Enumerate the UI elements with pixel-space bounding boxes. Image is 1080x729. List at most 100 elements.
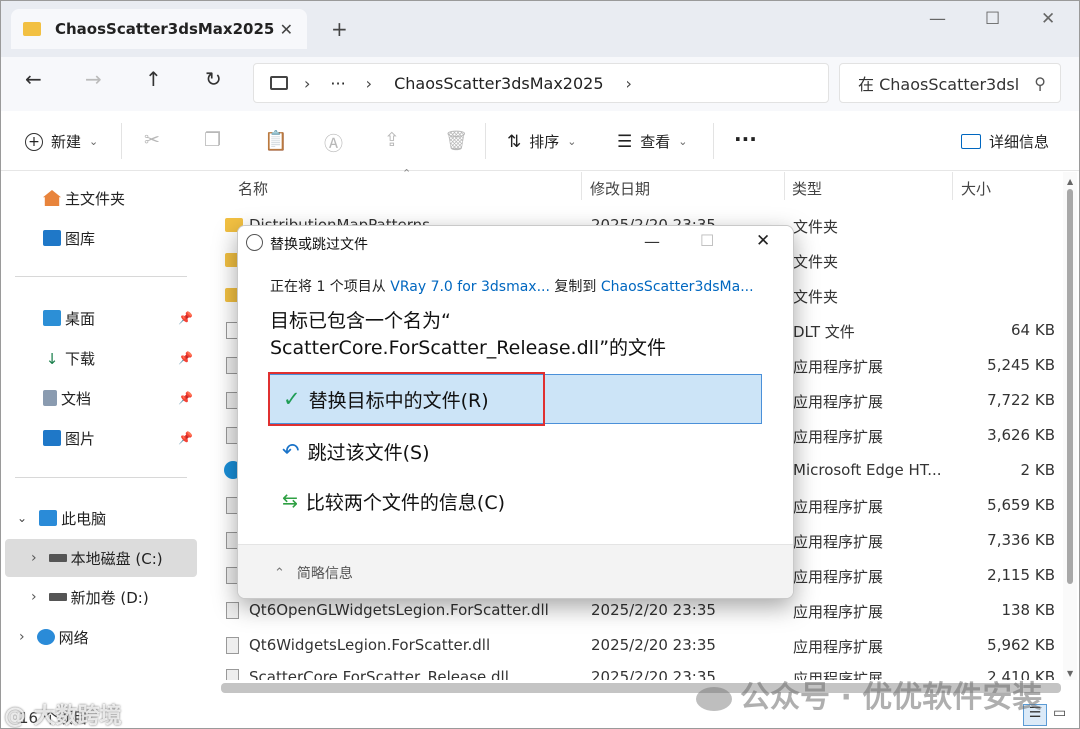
- file-type: Microsoft Edge HT...: [793, 461, 942, 479]
- breadcrumb-folder[interactable]: ChaosScatter3dsMax2025: [394, 74, 603, 93]
- dialog-footer: ⌃ 简略信息: [238, 544, 793, 598]
- divider: [15, 477, 187, 478]
- search-input[interactable]: 在 ChaosScatter3dsl: [858, 71, 1019, 95]
- sidebar-item-new-volume[interactable]: › 新加卷 (D:): [31, 580, 227, 614]
- skip-arrow-icon: ↶: [282, 439, 300, 463]
- new-label: 新建: [51, 133, 82, 151]
- more-options-button[interactable]: ···: [734, 127, 757, 151]
- back-arrow-icon[interactable]: ←: [25, 67, 42, 91]
- file-type: 应用程序扩展: [793, 638, 884, 656]
- destination-link[interactable]: ChaosScatter3dsMa...: [601, 279, 754, 295]
- sidebar-item-documents[interactable]: 文档 📌: [43, 381, 199, 415]
- divider: [15, 276, 187, 277]
- column-header-type[interactable]: 类型: [792, 178, 822, 199]
- file-type: 应用程序扩展: [793, 498, 884, 516]
- sidebar-item-this-pc[interactable]: ⌄ 此电脑: [17, 501, 213, 535]
- sidebar-item-label: 图片: [65, 429, 96, 448]
- dialog-heading: 目标已包含一个名为“ ScatterCore.ForScatter_Releas…: [270, 308, 666, 362]
- chevron-right-icon[interactable]: ›: [304, 74, 310, 93]
- new-button[interactable]: + 新建 ⌄: [25, 131, 98, 152]
- pin-icon[interactable]: 📌: [178, 391, 193, 405]
- paste-icon[interactable]: 📋: [264, 129, 288, 152]
- tab-active[interactable]: ChaosScatter3dsMax2025 ✕: [11, 9, 307, 49]
- skip-option[interactable]: ↶ 跳过该文件(S): [268, 426, 762, 476]
- rename-icon[interactable]: Ⓐ: [324, 129, 343, 156]
- share-icon[interactable]: ⇪: [384, 129, 400, 151]
- file-size: 3,626 KB: [987, 426, 1055, 444]
- pin-icon[interactable]: 📌: [178, 351, 193, 365]
- address-bar[interactable]: › ··· › ChaosScatter3dsMax2025 ›: [253, 63, 829, 103]
- document-icon: [43, 390, 57, 406]
- download-icon: ↓: [45, 350, 59, 368]
- sort-button[interactable]: ⇅ 排序 ⌄: [507, 131, 576, 152]
- chevron-right-icon[interactable]: ›: [366, 74, 372, 93]
- chevron-right-icon[interactable]: ›: [19, 629, 25, 645]
- details-button[interactable]: 详细信息: [961, 131, 1049, 152]
- highlight-box: [268, 372, 545, 426]
- watermark-text: 公众号 · 优优软件安装: [740, 680, 1043, 715]
- chevron-right-icon[interactable]: ›: [31, 589, 37, 605]
- file-size: 5,659 KB: [987, 496, 1055, 514]
- search-box[interactable]: 在 ChaosScatter3dsl ⚲: [839, 63, 1061, 103]
- file-type: 应用程序扩展: [793, 428, 884, 446]
- source-link[interactable]: VRay 7.0 for 3dsmax...: [390, 279, 550, 295]
- sort-ascending-icon: ⌃: [402, 167, 412, 180]
- copy-prefix: 正在将 1 个项目从: [270, 279, 391, 295]
- dialog-minimize-button[interactable]: —: [644, 232, 660, 251]
- details-pane-icon: [961, 134, 981, 149]
- chevron-down-icon[interactable]: ⌄: [17, 511, 27, 525]
- dialog-body: 正在将 1 个项目从 VRay 7.0 for 3dsmax... 复制到 Ch…: [238, 260, 793, 544]
- sidebar-item-pictures[interactable]: 图片 📌: [43, 421, 199, 455]
- file-type: 文件夹: [793, 288, 839, 306]
- dialog-close-button[interactable]: ✕: [756, 231, 770, 251]
- column-header-date[interactable]: 修改日期: [590, 178, 650, 199]
- divider: [121, 123, 122, 159]
- breadcrumb-ellipsis[interactable]: ···: [330, 74, 345, 93]
- copy-mid: 复制到: [549, 279, 601, 295]
- column-header-size[interactable]: 大小: [961, 178, 991, 199]
- compare-option[interactable]: ⇆ 比较两个文件的信息(C): [268, 476, 762, 526]
- view-label: 查看: [640, 133, 671, 151]
- view-icon: ☰: [617, 131, 633, 152]
- gallery-icon: [43, 230, 61, 246]
- forward-arrow-icon[interactable]: →: [85, 67, 102, 91]
- delete-icon[interactable]: 🗑: [444, 129, 468, 152]
- close-window-button[interactable]: ✕: [1041, 9, 1055, 29]
- column-header-name[interactable]: 名称: [238, 178, 268, 199]
- sort-label: 排序: [529, 133, 560, 151]
- sidebar-item-local-disk[interactable]: › 本地磁盘 (C:): [5, 539, 197, 577]
- close-tab-icon[interactable]: ✕: [280, 20, 293, 39]
- scroll-down-icon[interactable]: ▼: [1067, 669, 1073, 678]
- file-type: 文件夹: [793, 253, 839, 271]
- chevron-right-icon[interactable]: ›: [31, 550, 37, 566]
- sidebar-item-downloads[interactable]: ↓ 下载 📌: [43, 341, 199, 375]
- sidebar-item-network[interactable]: › 网络: [19, 620, 215, 654]
- divider: [485, 123, 486, 159]
- pin-icon[interactable]: 📌: [178, 311, 193, 325]
- maximize-button[interactable]: ☐: [985, 9, 1000, 29]
- fewer-details-toggle[interactable]: ⌃ 简略信息: [274, 563, 353, 583]
- file-name: Qt6WidgetsLegion.ForScatter.dll: [249, 636, 491, 654]
- sidebar-item-desktop[interactable]: 桌面 📌: [43, 301, 199, 335]
- refresh-icon[interactable]: ↻: [205, 67, 222, 91]
- copy-icon[interactable]: ❐: [204, 129, 221, 151]
- computer-icon: [270, 76, 288, 90]
- tiles-view-icon[interactable]: ▭: [1053, 705, 1066, 721]
- cut-icon[interactable]: ✂: [144, 129, 160, 151]
- vertical-scroll-thumb[interactable]: [1067, 189, 1073, 584]
- tab-title: ChaosScatter3dsMax2025: [55, 20, 275, 38]
- file-name: ScatterCore.ForScatter_Release.dll: [249, 668, 509, 680]
- file-size: 2,115 KB: [987, 566, 1055, 584]
- navigation-bar: ← → ↑ ↻ › ··· › ChaosScatter3dsMax2025 ›…: [1, 57, 1079, 111]
- table-row[interactable]: Qt6WidgetsLegion.ForScatter.dll 2025/2/2…: [221, 628, 1063, 663]
- new-tab-button[interactable]: +: [331, 17, 348, 41]
- up-arrow-icon[interactable]: ↑: [145, 67, 162, 91]
- view-button[interactable]: ☰ 查看 ⌄: [617, 131, 687, 152]
- sort-icon: ⇅: [507, 131, 522, 152]
- chevron-right-icon[interactable]: ›: [626, 74, 632, 93]
- minimize-button[interactable]: —: [929, 9, 946, 29]
- pin-icon[interactable]: 📌: [178, 431, 193, 445]
- scroll-up-icon[interactable]: ▲: [1067, 177, 1073, 186]
- sidebar-item-label: 下载: [65, 349, 96, 368]
- pictures-icon: [43, 430, 61, 446]
